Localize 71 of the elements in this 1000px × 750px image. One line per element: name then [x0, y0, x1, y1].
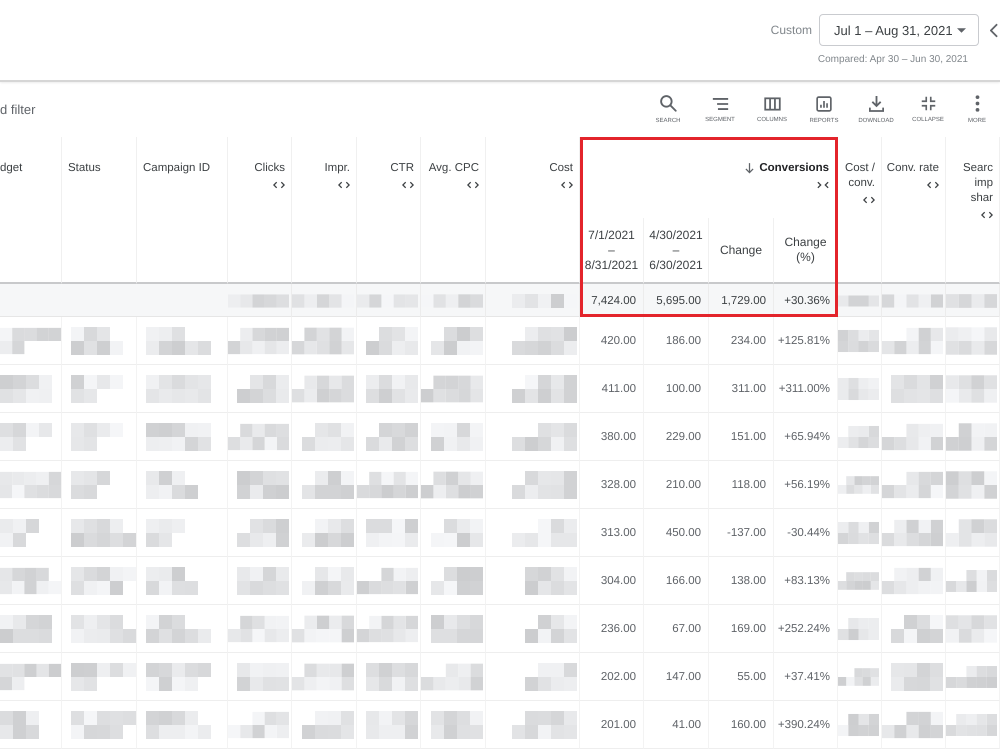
table-cell: +65.94%: [774, 413, 838, 461]
column-header[interactable]: Campaign ID: [143, 161, 210, 176]
column-header[interactable]: Impr.: [324, 161, 350, 176]
table-cell: 229.00: [644, 413, 709, 461]
table-cell: 151.00: [709, 413, 774, 461]
stacked-lines-icon: [712, 96, 728, 110]
table-cell: 304.00: [580, 557, 644, 605]
table-cell: 118.00: [709, 461, 774, 509]
more-vertical-icon: [974, 95, 980, 112]
date-preset-label: Custom: [770, 23, 812, 37]
column-header[interactable]: Conv. rate: [886, 161, 939, 176]
table-cell: 166.00: [644, 557, 709, 605]
subcolumn-header[interactable]: Change: [720, 242, 762, 258]
table-cell: +390.24%: [774, 701, 838, 749]
table-cell: +83.13%: [774, 557, 838, 605]
chevron-left-icon[interactable]: [990, 22, 998, 38]
filter-button[interactable]: d filter: [0, 102, 36, 117]
outward-chevrons-icon[interactable]: [467, 181, 479, 189]
table-cell: 420.00: [580, 317, 644, 365]
subcolumn-header[interactable]: 7/1/2021 – 8/31/2021: [584, 228, 639, 272]
table-cell: 313.00: [580, 509, 644, 557]
table-cell: 186.00: [644, 317, 709, 365]
column-header[interactable]: dget: [0, 161, 22, 176]
table-cell: 234.00: [709, 317, 774, 365]
table-cell: 55.00: [709, 653, 774, 701]
table-cell: 380.00: [580, 413, 644, 461]
table-cell: 147.00: [644, 653, 709, 701]
comparison-range-text: Compared: Apr 30 – Jun 30, 2021: [818, 54, 969, 65]
download-icon: [868, 95, 884, 112]
table-cell: 138.00: [709, 557, 774, 605]
outward-chevrons-icon[interactable]: [927, 181, 939, 189]
table-cell: 311.00: [709, 365, 774, 413]
table-cell: 67.00: [644, 605, 709, 653]
column-header[interactable]: Conversions: [759, 161, 829, 176]
subcolumn-header[interactable]: Change (%): [778, 235, 833, 265]
column-header[interactable]: Cost / conv.: [842, 161, 875, 191]
columns-icon: [764, 96, 780, 110]
outward-chevrons-icon[interactable]: [273, 181, 285, 189]
table-cell: +252.24%: [774, 605, 838, 653]
table-cell: +37.41%: [774, 653, 838, 701]
table-cell: 328.00: [580, 461, 644, 509]
table-cell: 202.00: [580, 653, 644, 701]
bar-chart-icon: [816, 96, 832, 112]
outward-chevrons-icon[interactable]: [338, 181, 350, 189]
table-cell: 411.00: [580, 365, 644, 413]
outward-chevrons-icon[interactable]: [402, 181, 414, 189]
outward-chevrons-icon[interactable]: [981, 211, 993, 219]
column-header[interactable]: Avg. CPC: [428, 161, 479, 176]
table-cell: +56.19%: [774, 461, 838, 509]
search-icon: [660, 95, 676, 112]
inward-chevrons-icon[interactable]: [817, 181, 829, 189]
column-header[interactable]: CTR: [390, 161, 414, 176]
corner-arrows-icon: [920, 96, 936, 111]
table-cell: 169.00: [709, 605, 774, 653]
table-cell: 100.00: [644, 365, 709, 413]
table-cell: 160.00: [709, 701, 774, 749]
column-header[interactable]: Clicks: [254, 161, 285, 176]
outward-chevrons-icon[interactable]: [863, 196, 875, 204]
outward-chevrons-icon[interactable]: [561, 181, 573, 189]
table-cell: -137.00: [709, 509, 774, 557]
caret-down-icon: [957, 28, 966, 32]
column-header[interactable]: Searc imp shar: [950, 161, 993, 206]
column-header[interactable]: Cost: [549, 161, 573, 176]
table-cell: 236.00: [580, 605, 644, 653]
table-cell: 201.00: [580, 701, 644, 749]
subcolumn-header[interactable]: 4/30/2021 – 6/30/2021: [648, 228, 704, 272]
column-header[interactable]: Status: [68, 161, 101, 176]
table-cell: 210.00: [644, 461, 709, 509]
table-cell: 41.00: [644, 701, 709, 749]
table-cell: 450.00: [644, 509, 709, 557]
date-range-dropdown[interactable]: Jul 1 – Aug 31, 2021: [819, 14, 979, 46]
